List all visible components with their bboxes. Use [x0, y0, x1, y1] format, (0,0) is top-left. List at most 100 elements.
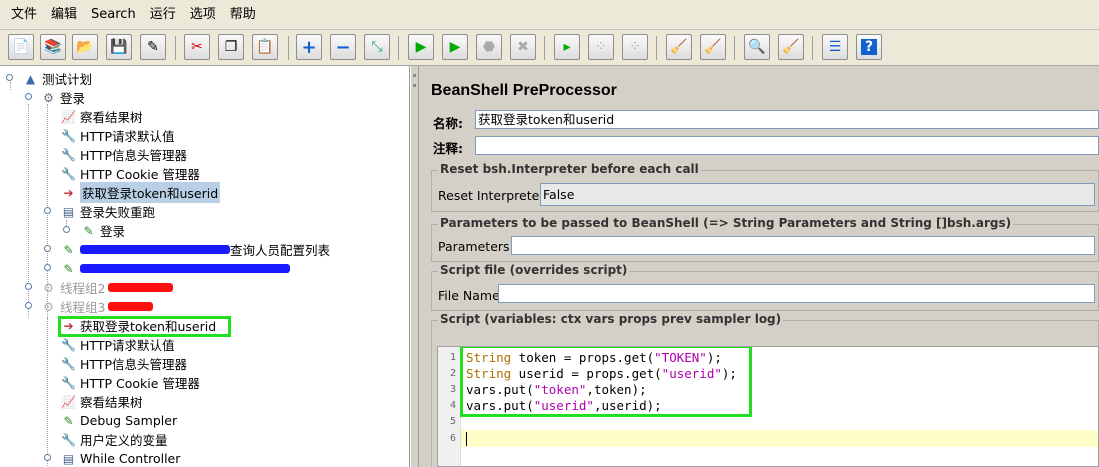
tree-toggle[interactable]	[25, 283, 32, 290]
remote-start-button[interactable]: ▸	[554, 34, 580, 60]
toolbar-separator	[288, 36, 289, 60]
highlight-box	[58, 316, 231, 337]
clear-button[interactable]: 🧹	[666, 34, 692, 60]
function-helper-button[interactable]: ☰	[822, 34, 848, 60]
menu-options[interactable]: 选项	[183, 0, 223, 30]
group-title: Parameters to be passed to BeanShell (=>…	[438, 216, 1014, 230]
stop-button[interactable]: ⬣	[476, 34, 502, 60]
config-icon: 🔧	[61, 128, 76, 143]
help-icon: ?	[860, 39, 878, 55]
comment-field[interactable]	[475, 136, 1099, 155]
tree-node-view-results-2[interactable]: 📈 察看结果树	[60, 392, 143, 411]
redacted-mark	[108, 283, 174, 292]
tree-node-redacted-sampler[interactable]: ✎	[60, 259, 290, 278]
toggle-button[interactable]: ⤡	[364, 34, 390, 60]
start-no-pause-icon: ▶	[449, 39, 461, 55]
start-button[interactable]: ▶	[408, 34, 434, 60]
tree-node-http-defaults-2[interactable]: 🔧 HTTP请求默认值	[60, 335, 174, 354]
cut-button[interactable]: ✂	[184, 34, 210, 60]
tree-node-thread-group-3[interactable]: ⚙ 线程组3	[40, 297, 154, 316]
test-plan-icon: ▲	[25, 71, 36, 86]
help-button[interactable]: ?	[856, 34, 882, 60]
split-pane-divider[interactable]	[410, 66, 419, 467]
tree-node-while-controller[interactable]: ▤ While Controller	[60, 449, 181, 467]
splitter-grip	[413, 74, 416, 77]
tree-toggle[interactable]	[25, 93, 32, 100]
menu-help[interactable]: 帮助	[223, 0, 263, 30]
start-no-pause-button[interactable]: ▶	[442, 34, 468, 60]
tree-node-header-manager-2[interactable]: 🔧 HTTP信息头管理器	[60, 354, 187, 373]
sampler-icon: ✎	[63, 413, 74, 428]
test-plan-tree: ▲ 测试计划 ⚙ 登录 📈 察看结果树 🔧 HTTP请求默认值 🔧 HTTP信息…	[0, 66, 410, 467]
templates-button[interactable]: 📚	[40, 34, 66, 60]
reset-interpreter-label: Reset Interpreter:	[438, 188, 549, 203]
tree-toggle[interactable]	[44, 264, 51, 271]
tree-node-cookie-manager-2[interactable]: 🔧 HTTP Cookie 管理器	[60, 373, 200, 392]
reset-search-button[interactable]: 🧹	[778, 34, 804, 60]
tree-node-query-sampler[interactable]: ✎ 查询人员配置列表	[60, 240, 330, 259]
tree-toggle[interactable]	[44, 454, 51, 461]
menu-edit[interactable]: 编辑	[44, 0, 84, 30]
tree-toggle[interactable]	[44, 207, 51, 214]
tree-toggle[interactable]	[6, 74, 13, 81]
tree-line	[10, 82, 11, 90]
toolbar: 📄 📚 📂 💾 ✎ ✂ ❐ 📋 + − ⤡ ▶ ▶ ⬣ ✖ ▸ ⁘ ⁘ 🧹 🧹 …	[0, 30, 1099, 66]
reset-interpreter-select[interactable]: False	[540, 183, 1095, 206]
tree-node-login-group[interactable]: ⚙ 登录	[40, 88, 85, 107]
tree-node-label: 察看结果树	[80, 395, 143, 410]
copy-icon: ❐	[224, 39, 238, 55]
tree-node-cookie-manager[interactable]: 🔧 HTTP Cookie 管理器	[60, 164, 200, 183]
text-caret	[466, 432, 467, 446]
tree-node-preprocessor-selected[interactable]: ➔ 获取登录token和userid	[60, 182, 221, 203]
clear-all-button[interactable]: 🧹	[700, 34, 726, 60]
shutdown-button[interactable]: ✖	[510, 34, 536, 60]
tree-node-label: 登录	[100, 224, 126, 239]
tree-node-label: HTTP Cookie 管理器	[80, 167, 200, 182]
tree-node-test-plan[interactable]: ▲ 测试计划	[22, 69, 92, 88]
new-button[interactable]: 📄	[8, 34, 34, 60]
name-label: 名称:	[433, 116, 463, 131]
tree-node-debug-sampler[interactable]: ✎ Debug Sampler	[60, 411, 177, 430]
tree-toggle[interactable]	[63, 226, 70, 233]
tree-node-label: HTTP Cookie 管理器	[80, 376, 200, 391]
parameters-field[interactable]	[511, 236, 1095, 255]
toggle-icon: ⤡	[371, 39, 383, 55]
line-number: 5	[449, 416, 456, 427]
copy-button[interactable]: ❐	[218, 34, 244, 60]
open-button[interactable]: 📂	[72, 34, 98, 60]
tree-toggle[interactable]	[44, 245, 51, 252]
tree-node-thread-group-2[interactable]: ⚙ 线程组2	[40, 278, 174, 297]
tree-node-label: 察看结果树	[80, 110, 143, 125]
remote-shutdown-button[interactable]: ⁘	[622, 34, 648, 60]
menu-file[interactable]: 文件	[4, 0, 44, 30]
paste-button[interactable]: 📋	[252, 34, 278, 60]
tree-node-view-results[interactable]: 📈 察看结果树	[60, 107, 143, 126]
remote-shutdown-icon: ⁘	[629, 39, 641, 55]
menu-search[interactable]: Search	[84, 0, 143, 30]
search-button[interactable]: 🔍	[744, 34, 770, 60]
save-as-button[interactable]: ✎	[140, 34, 166, 60]
parameters-group: Parameters to be passed to BeanShell (=>…	[431, 216, 1099, 262]
tree-node-label: HTTP信息头管理器	[80, 148, 187, 163]
script-editor[interactable]: 1 2 3 4 5 6 String token = props.get("TO…	[437, 346, 1099, 467]
collapse-button[interactable]: −	[330, 34, 356, 60]
save-button[interactable]: 💾	[106, 34, 132, 60]
tree-line	[47, 318, 48, 467]
name-field[interactable]: 获取登录token和userid	[475, 110, 1099, 129]
thread-group-icon: ⚙	[43, 90, 54, 105]
tree-node-http-defaults[interactable]: 🔧 HTTP请求默认值	[60, 126, 175, 145]
remote-stop-button[interactable]: ⁘	[588, 34, 614, 60]
tree-node-retry-controller[interactable]: ▤ 登录失败重跑	[60, 202, 155, 221]
file-name-field[interactable]	[498, 284, 1095, 303]
toolbar-separator	[398, 36, 399, 60]
remote-stop-icon: ⁘	[595, 39, 607, 55]
menu-run[interactable]: 运行	[143, 0, 183, 30]
tree-node-user-variables[interactable]: 🔧 用户定义的变量	[60, 430, 168, 449]
expand-button[interactable]: +	[296, 34, 322, 60]
tree-node-label: HTTP请求默认值	[80, 129, 175, 144]
tree-toggle[interactable]	[25, 302, 32, 309]
tree-node-login-sampler[interactable]: ✎ 登录	[80, 221, 125, 240]
controller-icon: ▤	[62, 451, 75, 466]
thread-group-icon: ⚙	[43, 280, 54, 295]
tree-node-header-manager[interactable]: 🔧 HTTP信息头管理器	[60, 145, 187, 164]
